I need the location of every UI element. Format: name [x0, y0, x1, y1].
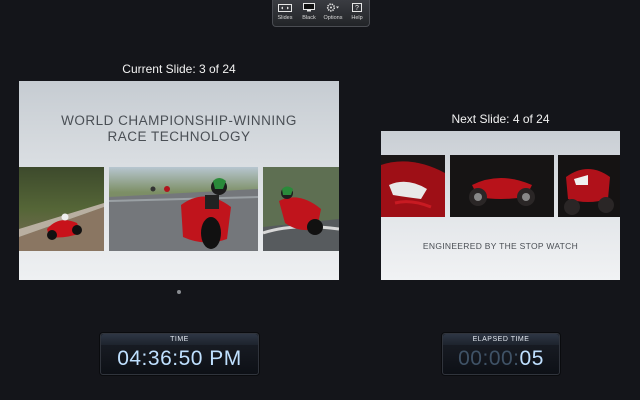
time-clock: TIME 04:36:50 PM — [100, 333, 259, 375]
presenter-toolbar: Slides Black Options ? Help — [272, 0, 370, 27]
next-photo-bike-side — [450, 155, 554, 217]
current-slide: WORLD CHAMPIONSHIP-WINNING RACE TECHNOLO… — [19, 81, 339, 280]
slide-progress-dot — [177, 290, 181, 294]
slides-button[interactable]: Slides — [274, 0, 297, 21]
display-icon — [302, 3, 316, 12]
slides-label: Slides — [277, 15, 293, 21]
svg-text:?: ? — [355, 5, 359, 12]
slide-photo-race-corner — [263, 167, 339, 251]
slides-icon — [278, 3, 292, 12]
gear-icon — [326, 3, 340, 12]
options-button[interactable]: Options — [322, 0, 345, 21]
elapsed-value-bright: 05 — [519, 347, 544, 370]
next-slide: ENGINEERED BY THE STOP WATCH — [381, 131, 620, 280]
black-button[interactable]: Black — [298, 0, 321, 21]
black-label: Black — [302, 15, 316, 21]
help-button[interactable]: ? Help — [346, 0, 369, 21]
current-slide-heading-line1: WORLD CHAMPIONSHIP-WINNING — [61, 113, 297, 128]
elapsed-value-dim: 00:00: — [458, 347, 520, 370]
options-label: Options — [323, 15, 343, 21]
current-slide-heading-line2: RACE TECHNOLOGY — [107, 129, 251, 144]
help-label: Help — [351, 15, 363, 21]
slide-photo-track — [19, 167, 104, 251]
current-slide-title: Current Slide: 3 of 24 — [122, 62, 236, 76]
elapsed-value: 00:00:05 — [443, 347, 559, 371]
slide-photo-race-lead — [109, 167, 258, 251]
next-slide-caption: ENGINEERED BY THE STOP WATCH — [422, 241, 579, 251]
time-label: TIME — [170, 336, 189, 343]
next-photo-headlight — [381, 155, 445, 217]
time-value: 04:36:50 PM — [117, 347, 242, 370]
help-icon: ? — [350, 3, 364, 12]
next-slide-title: Next Slide: 4 of 24 — [451, 112, 550, 126]
next-photo-bike-front — [558, 155, 620, 217]
elapsed-label: ELAPSED TIME — [472, 336, 530, 343]
elapsed-timer[interactable]: ELAPSED TIME 00:00:05 — [442, 333, 560, 375]
